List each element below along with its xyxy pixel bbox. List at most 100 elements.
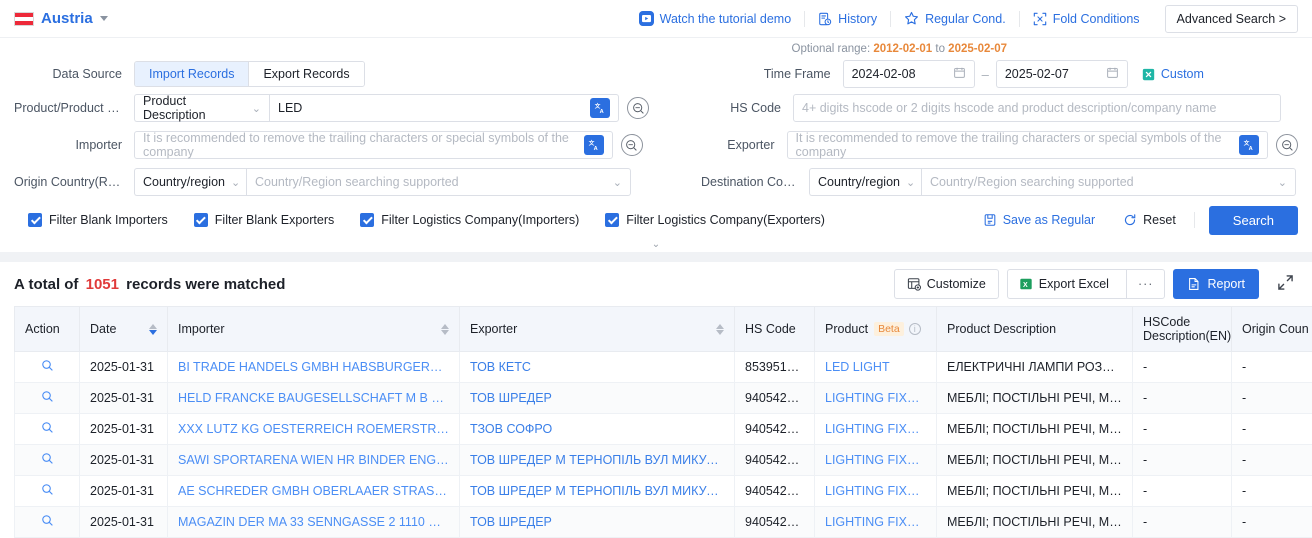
- top-bar-actions: Watch the tutorial demo History Regular …: [626, 5, 1298, 33]
- advanced-search-button[interactable]: Advanced Search >: [1165, 5, 1298, 33]
- watch-tutorial-demo-label: Watch the tutorial demo: [660, 12, 792, 26]
- checkbox-filter-logistics-importers[interactable]: Filter Logistics Company(Importers): [360, 213, 579, 227]
- product-type-select[interactable]: Product Description ⌄: [134, 94, 269, 122]
- reset-label: Reset: [1143, 213, 1176, 227]
- search-panel-actions: Save as Regular Reset Search: [969, 206, 1298, 235]
- table-row[interactable]: 2025-01-31BI TRADE HANDELS GMBH HABSBURG…: [15, 352, 1312, 383]
- chevron-down-icon: [100, 16, 108, 21]
- product-value-input[interactable]: LED 文A: [269, 94, 619, 122]
- report-icon: [1187, 277, 1201, 291]
- cell-importer[interactable]: XXX LUTZ KG OESTERREICH ROEMERSTRASSE 39…: [168, 414, 460, 445]
- cell-exporter[interactable]: ТОВ ШРЕДЕР: [460, 507, 735, 538]
- column-label: Exporter: [470, 322, 517, 336]
- cell-importer[interactable]: BI TRADE HANDELS GMBH HABSBURGERGASSE 6 …: [168, 352, 460, 383]
- cell-exporter[interactable]: ТОВ ШРЕДЕР М ТЕРНОПІЛЬ ВУЛ МИКУЛИНЕЦЬ...: [460, 476, 735, 507]
- sort-toggle-importer[interactable]: [441, 324, 449, 335]
- translate-icon[interactable]: 文A: [590, 98, 610, 118]
- history-link[interactable]: History: [805, 12, 890, 26]
- product-type-value: Product Description: [143, 94, 246, 122]
- collapse-panel-button[interactable]: ⌄: [620, 237, 692, 252]
- cell-product[interactable]: LED LIGHT: [815, 352, 937, 383]
- column-label: Importer: [178, 322, 225, 336]
- results-section: A total of 1051 records were matched Cus…: [0, 262, 1312, 538]
- top-bar: Austria Watch the tutorial demo History: [0, 0, 1312, 38]
- column-header-exporter[interactable]: Exporter: [460, 307, 735, 352]
- tab-export-records[interactable]: Export Records: [248, 62, 363, 86]
- table-row[interactable]: 2025-01-31MAGAZIN DER MA 33 SENNGASSE 2 …: [15, 507, 1312, 538]
- checkbox-filter-logistics-exporters[interactable]: Filter Logistics Company(Exporters): [605, 213, 825, 227]
- destination-country-input[interactable]: Country/Region searching supported ⌄: [921, 168, 1296, 196]
- sort-toggle-exporter[interactable]: [716, 324, 724, 335]
- column-header-action: Action: [15, 307, 80, 352]
- country-selector[interactable]: Austria: [14, 10, 108, 27]
- info-icon[interactable]: i: [909, 323, 921, 335]
- tab-import-records[interactable]: Import Records: [135, 62, 248, 86]
- sort-toggle-date[interactable]: [149, 324, 157, 335]
- fuzzy-search-icon[interactable]: [1276, 134, 1298, 156]
- row-detail-icon[interactable]: [15, 383, 80, 414]
- cell-exporter[interactable]: ТОВ ШРЕДЕР М ТЕРНОПІЛЬ ВУЛ МИКУЛИНЕЦЬ...: [460, 445, 735, 476]
- cell-importer[interactable]: HELD FRANCKE BAUGESELLSCHAFT M B H AUTOK…: [168, 383, 460, 414]
- data-source-tabs: Import Records Export Records: [134, 61, 365, 87]
- cell-hscode-description: -: [1133, 414, 1232, 445]
- checkbox-label: Filter Logistics Company(Importers): [381, 213, 579, 227]
- translate-icon[interactable]: 文A: [584, 135, 604, 155]
- fold-conditions-link[interactable]: Fold Conditions: [1020, 12, 1153, 26]
- cell-importer[interactable]: MAGAZIN DER MA 33 SENNGASSE 2 1110 WIEN …: [168, 507, 460, 538]
- results-total-suffix: records were matched: [126, 276, 285, 293]
- reset-button[interactable]: Reset: [1109, 213, 1190, 227]
- origin-country-placeholder: Country/Region searching supported: [255, 175, 459, 189]
- cell-importer[interactable]: AE SCHREDER GMBH OBERLAAER STRASSE 253 1…: [168, 476, 460, 507]
- export-excel-button[interactable]: X Export Excel: [1008, 270, 1120, 298]
- custom-label: Custom: [1161, 67, 1204, 81]
- row-detail-icon[interactable]: [15, 476, 80, 507]
- report-button[interactable]: Report: [1173, 269, 1259, 299]
- translate-icon[interactable]: 文A: [1239, 135, 1259, 155]
- destination-country-type-select[interactable]: Country/region ⌄: [809, 168, 921, 196]
- cell-product-description: МЕБЛІ; ПОСТІЛЬНІ РЕЧІ, МАТРА...: [937, 476, 1133, 507]
- custom-grid-icon: [1142, 68, 1155, 81]
- fuzzy-search-icon[interactable]: [621, 134, 643, 156]
- hs-code-input[interactable]: 4+ digits hscode or 2 digits hscode and …: [793, 94, 1281, 122]
- importer-input[interactable]: It is recommended to remove the trailing…: [134, 131, 613, 159]
- more-options-button[interactable]: ···: [1126, 270, 1165, 298]
- cell-exporter[interactable]: ТОВ ШРЕДЕР: [460, 383, 735, 414]
- cell-importer[interactable]: SAWI SPORTARENA WIEN HR BINDER ENGERTHST…: [168, 445, 460, 476]
- results-total-prefix: A total of: [14, 276, 78, 293]
- table-row[interactable]: 2025-01-31HELD FRANCKE BAUGESELLSCHAFT M…: [15, 383, 1312, 414]
- row-detail-icon[interactable]: [15, 414, 80, 445]
- watch-tutorial-demo-link[interactable]: Watch the tutorial demo: [626, 11, 805, 26]
- customize-button[interactable]: Customize: [894, 269, 999, 299]
- row-detail-icon[interactable]: [15, 507, 80, 538]
- cell-product[interactable]: LIGHTING FIXTURE: [815, 507, 937, 538]
- origin-country-type-value: Country/region: [143, 175, 225, 189]
- search-button[interactable]: Search: [1209, 206, 1298, 235]
- cell-date: 2025-01-31: [80, 445, 168, 476]
- checkbox-filter-blank-importers[interactable]: Filter Blank Importers: [28, 213, 168, 227]
- save-as-regular-button[interactable]: Save as Regular: [969, 213, 1109, 227]
- table-row[interactable]: 2025-01-31XXX LUTZ KG OESTERREICH ROEMER…: [15, 414, 1312, 445]
- origin-country-type-select[interactable]: Country/region ⌄: [134, 168, 246, 196]
- cell-exporter[interactable]: ТОВ КЕТС: [460, 352, 735, 383]
- cell-product[interactable]: LIGHTING FIXTURE: [815, 445, 937, 476]
- time-to-input[interactable]: 2025-02-07: [996, 60, 1128, 88]
- cell-product[interactable]: LIGHTING FIXTURE: [815, 414, 937, 445]
- custom-range-button[interactable]: Custom: [1142, 67, 1204, 81]
- column-header-hs-code: HS Code: [735, 307, 815, 352]
- fuzzy-search-icon[interactable]: [627, 97, 649, 119]
- checkbox-filter-blank-exporters[interactable]: Filter Blank Exporters: [194, 213, 334, 227]
- cell-product[interactable]: LIGHTING FIXTURE: [815, 383, 937, 414]
- regular-cond-link[interactable]: Regular Cond.: [891, 11, 1019, 26]
- fullscreen-icon[interactable]: [1267, 274, 1298, 294]
- cell-product[interactable]: LIGHTING FIXTURE: [815, 476, 937, 507]
- row-detail-icon[interactable]: [15, 352, 80, 383]
- origin-country-input[interactable]: Country/Region searching supported ⌄: [246, 168, 631, 196]
- column-header-importer[interactable]: Importer: [168, 307, 460, 352]
- column-header-date[interactable]: Date: [80, 307, 168, 352]
- row-detail-icon[interactable]: [15, 445, 80, 476]
- exporter-input[interactable]: It is recommended to remove the trailing…: [787, 131, 1268, 159]
- cell-exporter[interactable]: ТЗОВ СОФРО: [460, 414, 735, 445]
- table-row[interactable]: 2025-01-31AE SCHREDER GMBH OBERLAAER STR…: [15, 476, 1312, 507]
- time-from-input[interactable]: 2024-02-08: [843, 60, 975, 88]
- table-row[interactable]: 2025-01-31SAWI SPORTARENA WIEN HR BINDER…: [15, 445, 1312, 476]
